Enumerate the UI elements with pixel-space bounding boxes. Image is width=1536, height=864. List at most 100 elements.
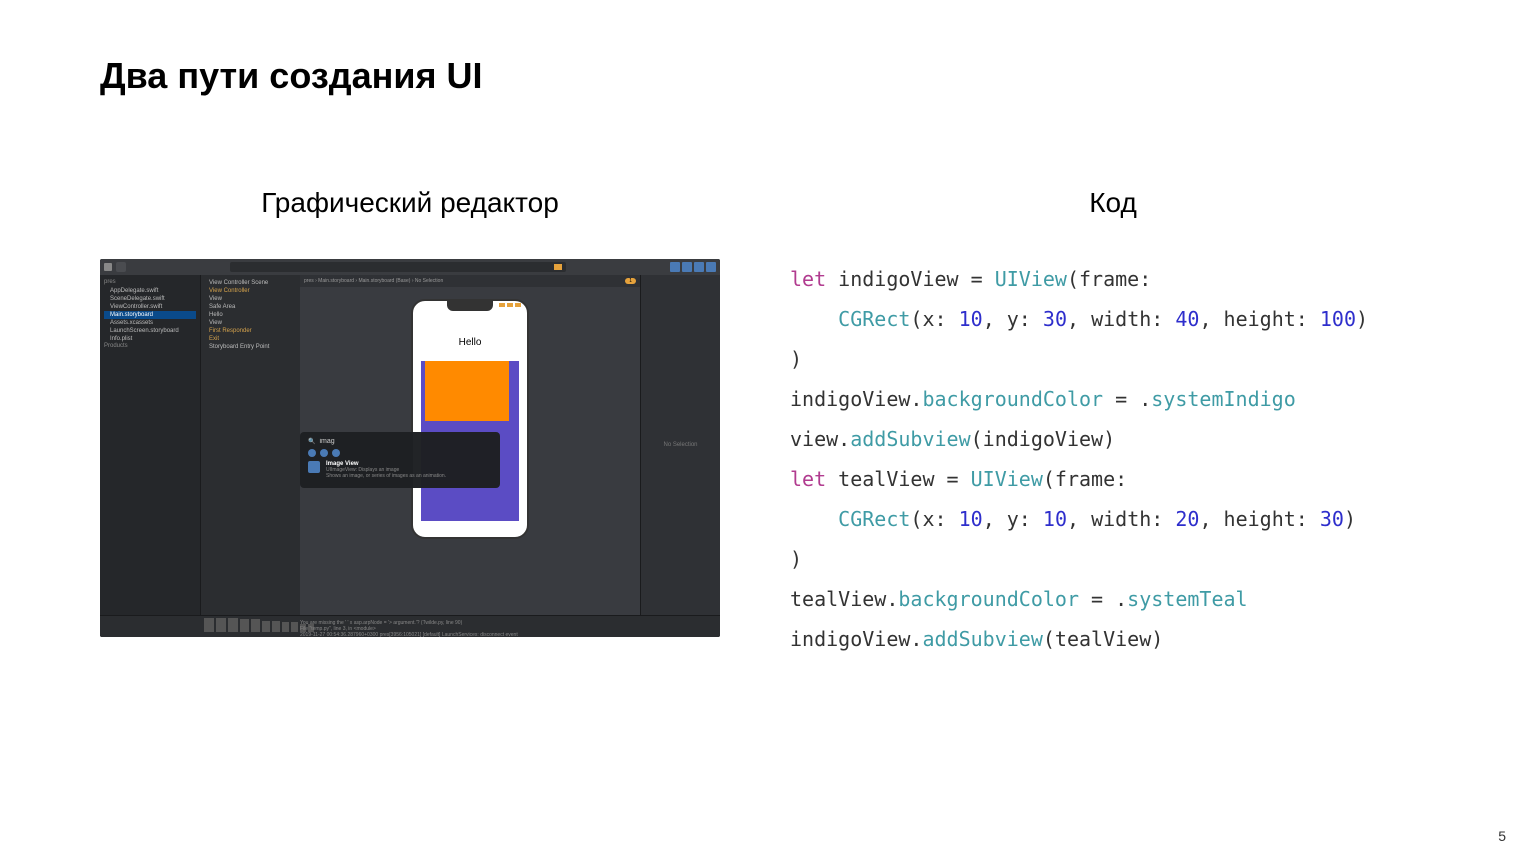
left-column: Графический редактор pres AppDele	[100, 187, 720, 659]
device-bar	[204, 618, 314, 632]
toolbar-status	[230, 262, 566, 272]
right-column: Код let indigoView = UIView(frame: CGRec…	[760, 187, 1436, 659]
nav-project: pres	[104, 279, 196, 285]
code-number: 30	[1320, 507, 1344, 531]
code-text: , width:	[1067, 507, 1175, 531]
code-text: (tealView)	[1043, 627, 1163, 651]
code-text: , height:	[1199, 507, 1319, 531]
outline-item: Exit	[205, 335, 296, 343]
phone-notch	[447, 301, 493, 311]
code-text: (indigoView)	[971, 427, 1116, 451]
code-text: )	[790, 347, 802, 371]
library-search: 🔍	[304, 436, 496, 447]
toolbar-right-icons	[670, 262, 716, 272]
library-item-desc: Shows an image, or series of images as a…	[326, 473, 492, 479]
code-text: , height:	[1199, 307, 1319, 331]
code-member: systemTeal	[1127, 587, 1247, 611]
phone-orange-view	[425, 361, 509, 421]
left-heading: Графический редактор	[100, 187, 720, 219]
status-icons	[499, 303, 521, 307]
outline-item: View	[205, 295, 296, 303]
outline-item: View Controller	[205, 287, 296, 295]
code-text: indigoView =	[826, 267, 995, 291]
code-text: indigoView.	[790, 627, 922, 651]
code-member: addSubview	[850, 427, 970, 451]
project-navigator: pres AppDelegate.swift SceneDelegate.swi…	[100, 275, 200, 615]
code-member: systemIndigo	[1151, 387, 1296, 411]
nav-products: Products	[104, 343, 196, 349]
outline-item: Safe Area	[205, 303, 296, 311]
code-class: UIView	[971, 467, 1043, 491]
code-text: )	[1356, 307, 1368, 331]
code-text: = .	[1103, 387, 1151, 411]
code-text: (frame:	[1043, 467, 1127, 491]
code-block: let indigoView = UIView(frame: CGRect(x:…	[790, 259, 1436, 659]
search-icon: 🔍	[308, 438, 315, 445]
columns: Графический редактор pres AppDele	[100, 187, 1436, 659]
code-text: indigoView.	[790, 387, 922, 411]
inspector-panel: No Selection	[640, 275, 720, 615]
phone-mockup: Hello	[411, 299, 529, 539]
slide-title: Два пути создания UI	[100, 55, 1436, 97]
code-text: )	[1344, 507, 1356, 531]
code-class: CGRect	[838, 507, 910, 531]
code-member: backgroundColor	[898, 587, 1079, 611]
xcode-toolbar	[100, 259, 720, 275]
code-number: 10	[959, 507, 983, 531]
code-number: 10	[1043, 507, 1067, 531]
canvas: Hello 🔍	[300, 287, 640, 615]
nav-file: ViewController.swift	[104, 303, 196, 311]
library-search-input	[319, 438, 379, 445]
code-class: CGRect	[838, 307, 910, 331]
run-button-icon	[104, 263, 112, 271]
code-member: addSubview	[922, 627, 1042, 651]
outline-item: First Responder	[205, 327, 296, 335]
code-number: 100	[1320, 307, 1356, 331]
xcode-bottom-bar: You are missing the ' ' x asp.arpNode = …	[100, 615, 720, 637]
code-number: 10	[959, 307, 983, 331]
code-member: backgroundColor	[922, 387, 1103, 411]
stop-button-icon	[116, 262, 126, 272]
code-text: tealView.	[790, 587, 898, 611]
code-number: 40	[1175, 307, 1199, 331]
code-text: = .	[1079, 587, 1127, 611]
nav-file: AppDelegate.swift	[104, 287, 196, 295]
code-number: 30	[1043, 307, 1067, 331]
code-text: , y:	[983, 507, 1043, 531]
code-indent	[790, 307, 838, 331]
right-heading: Код	[790, 187, 1436, 219]
nav-file: SceneDelegate.swift	[104, 295, 196, 303]
console-output: You are missing the ' ' x asp.arpNode = …	[300, 620, 718, 637]
code-text: (x:	[910, 507, 958, 531]
xcode-screenshot: pres AppDelegate.swift SceneDelegate.swi…	[100, 259, 720, 637]
code-keyword: let	[790, 467, 826, 491]
code-text: , width:	[1067, 307, 1175, 331]
outline-item: View	[205, 319, 296, 327]
document-outline: View Controller Scene View Controller Vi…	[200, 275, 300, 615]
nav-file: Info.plist	[104, 335, 196, 343]
nav-file: Assets.xcassets	[104, 319, 196, 327]
breadcrumb-warning-icon: 1	[625, 278, 636, 284]
breadcrumb: pres › Main.storyboard › Main.storyboard…	[300, 275, 640, 287]
code-text: view.	[790, 427, 850, 451]
code-class: UIView	[995, 267, 1067, 291]
warning-icon	[554, 264, 562, 270]
breadcrumb-text: pres › Main.storyboard › Main.storyboard…	[304, 278, 443, 284]
page-number: 5	[1498, 828, 1506, 844]
nav-file-selected: Main.storyboard	[104, 311, 196, 319]
image-view-icon	[308, 461, 320, 473]
outline-item: Storyboard Entry Point	[205, 343, 296, 351]
outline-scene: View Controller Scene	[205, 279, 296, 287]
nav-file: LaunchScreen.storyboard	[104, 327, 196, 335]
code-number: 20	[1175, 507, 1199, 531]
code-text: (x:	[910, 307, 958, 331]
code-text: tealView =	[826, 467, 971, 491]
library-filter-icons	[304, 447, 496, 459]
code-text: , y:	[983, 307, 1043, 331]
phone-hello-label: Hello	[459, 337, 482, 348]
code-text: )	[790, 547, 802, 571]
inspector-no-selection: No Selection	[663, 442, 697, 448]
code-text: (frame:	[1067, 267, 1151, 291]
object-library: 🔍 Image View UIImageView: Displays an im…	[300, 432, 500, 488]
console-line: 2019-11-27 00:54:36.287960+0300 pres[395…	[300, 632, 718, 637]
